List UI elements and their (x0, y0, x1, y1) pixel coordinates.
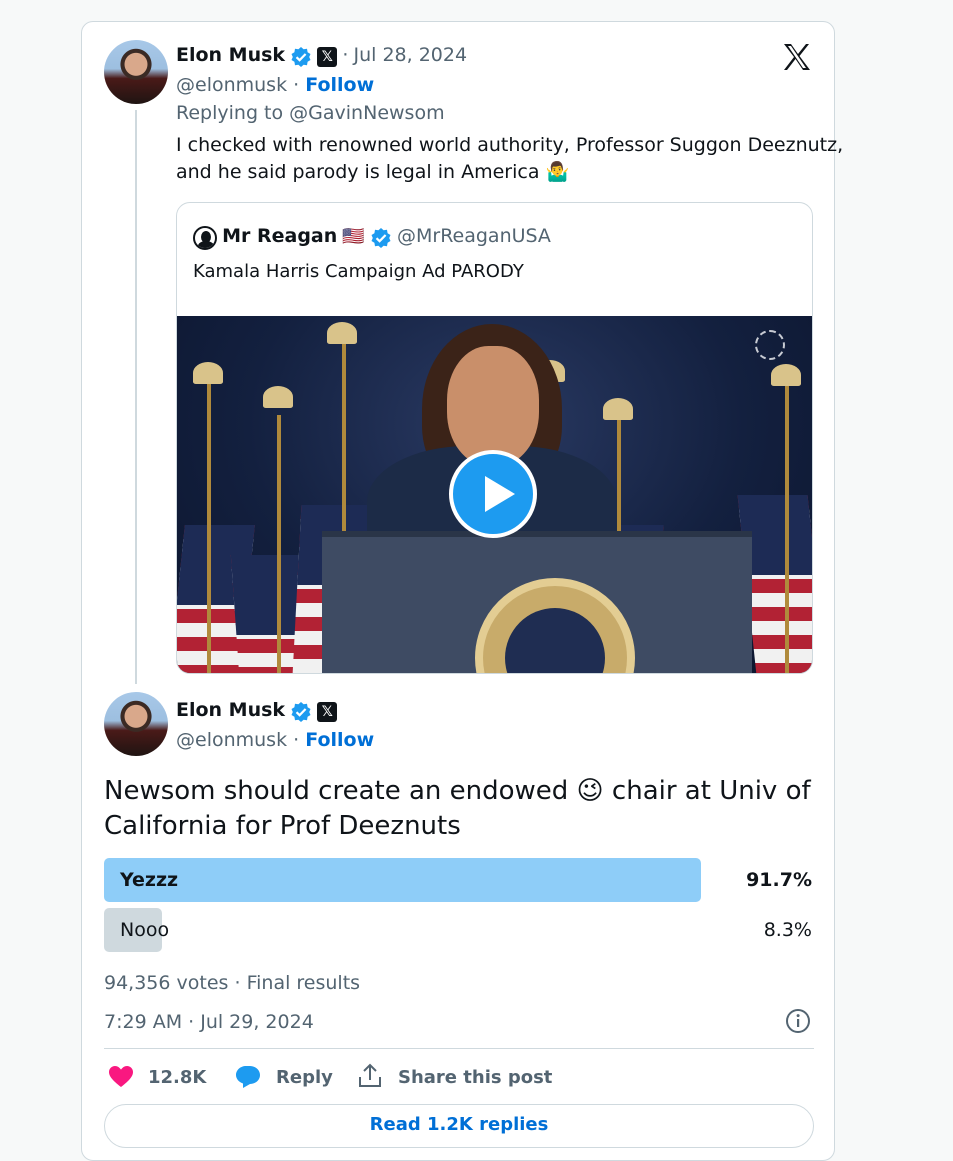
reply-text-line: I checked with renowned world authority,… (176, 134, 844, 156)
tweet-timestamp[interactable]: 7:29 AM · Jul 29, 2024 (104, 1009, 314, 1035)
flag-icon: 🇺🇸 (342, 226, 365, 247)
x-affiliation-icon: 𝕏 (317, 46, 338, 67)
avatar[interactable] (104, 692, 168, 756)
poll-option-label: Nooo (120, 919, 170, 941)
like-count[interactable]: 12.8K (148, 1067, 206, 1088)
reply-text: I checked with renowned world authority,… (176, 132, 843, 186)
author-name[interactable]: Elon Musk (176, 699, 285, 721)
main-text-segment: Newsom should create an endowed (104, 776, 569, 806)
replying-to: Replying to @GavinNewsom (176, 100, 445, 126)
reply-text-line: and he said parody is legal in America 🤷… (176, 161, 570, 183)
main-text-line: Newsom should create an endowed 😉 chair … (104, 774, 811, 809)
poll-status: Final results (246, 972, 361, 994)
quoted-avatar (193, 225, 217, 250)
replying-to-handle[interactable]: @GavinNewsom (289, 102, 444, 124)
poll-bar-winner (104, 858, 701, 902)
handle-row: @elonmusk · Follow (176, 72, 374, 98)
reply-author-row: Elon Musk 𝕏 · Jul 28, 2024 (176, 42, 467, 68)
share-icon[interactable] (358, 1063, 382, 1089)
poll-votes: 94,356 votes (104, 972, 229, 994)
wink-emoji: 😉 (576, 776, 604, 806)
thread-line (135, 110, 137, 684)
tweet-date[interactable]: Jul 28, 2024 (354, 44, 468, 66)
main-text-line: California for Prof Deeznuts (104, 811, 461, 841)
main-tweet-text: Newsom should create an endowed 😉 chair … (104, 774, 811, 844)
poll-option-label: Yezzz (120, 869, 179, 891)
tweet-embed-card: Elon Musk 𝕏 · Jul 28, 2024 @elonmusk · F… (81, 21, 843, 1161)
follow-button[interactable]: Follow (305, 729, 374, 751)
follow-button[interactable]: Follow (305, 74, 374, 96)
read-replies-button[interactable]: Read 1.2K replies (104, 1104, 814, 1148)
reply-bubble-icon[interactable] (235, 1064, 261, 1090)
verified-badge-icon (371, 227, 391, 248)
play-icon[interactable] (449, 450, 537, 538)
video-thumbnail[interactable] (177, 316, 812, 673)
quoted-author-name: Mr Reagan (222, 225, 338, 247)
separator: · (293, 74, 300, 96)
reply-button[interactable]: Reply (276, 1067, 333, 1088)
poll-summary: 94,356 votes · Final results (104, 970, 360, 996)
quoted-author-handle: @MrReaganUSA (396, 225, 551, 247)
heart-icon[interactable] (108, 1065, 134, 1089)
separator: · (293, 729, 300, 751)
poll-option-percent: 8.3% (763, 919, 812, 941)
x-logo-icon[interactable] (782, 42, 812, 72)
x-affiliation-icon: 𝕏 (317, 701, 338, 722)
verified-badge-icon (291, 46, 311, 67)
info-icon[interactable] (785, 1008, 811, 1034)
author-handle[interactable]: @elonmusk (176, 74, 287, 96)
divider (104, 1048, 814, 1049)
quoted-author-row: Mr Reagan 🇺🇸 @MrReaganUSA (193, 223, 551, 250)
author-handle[interactable]: @elonmusk (176, 729, 287, 751)
separator: · (342, 44, 349, 66)
quoted-tweet[interactable]: Mr Reagan 🇺🇸 @MrReaganUSA Kamala Harris … (176, 202, 813, 674)
watermark-logo (755, 330, 785, 360)
verified-badge-icon (291, 701, 311, 722)
share-button[interactable]: Share this post (398, 1067, 552, 1088)
author-name[interactable]: Elon Musk (176, 44, 285, 66)
handle-row: @elonmusk · Follow (176, 727, 374, 753)
main-text-segment: chair at Univ of (611, 776, 811, 806)
quoted-text: Kamala Harris Campaign Ad PARODY (193, 261, 524, 282)
separator: · (234, 972, 241, 994)
main-author-row: Elon Musk 𝕏 (176, 697, 338, 723)
avatar[interactable] (104, 40, 168, 104)
replying-to-label: Replying to (176, 102, 284, 124)
poll-option-percent: 91.7% (746, 869, 812, 891)
